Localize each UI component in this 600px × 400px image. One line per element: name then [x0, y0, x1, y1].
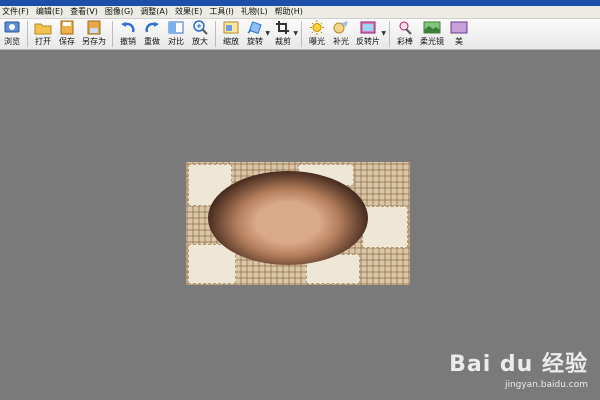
compare-icon [168, 21, 184, 34]
toolbar-separator [112, 21, 113, 47]
reversal-film-button[interactable]: 反转片 ▼ [353, 19, 386, 49]
pattern-tile [362, 206, 408, 248]
zoom-in-label: 放大 [192, 37, 208, 46]
toolbar-separator [215, 21, 216, 47]
open-button[interactable]: 打开 [31, 19, 55, 49]
redo-label: 重做 [144, 37, 160, 46]
beauty-button[interactable]: 美 [447, 19, 471, 49]
color-wand-icon [399, 21, 412, 35]
soft-light-button[interactable]: 柔光镜 [417, 19, 447, 49]
menu-view[interactable]: 查看(V) [68, 6, 103, 18]
save-icon [60, 20, 74, 35]
save-label: 保存 [59, 37, 75, 46]
rotate-label: 旋转 [247, 37, 263, 46]
soft-light-label: 柔光镜 [420, 37, 444, 46]
resize-icon [223, 21, 239, 34]
rotate-icon [247, 21, 262, 35]
menu-adjust[interactable]: 调整(A) [138, 6, 173, 18]
zoom-in-button[interactable]: 放大 [188, 19, 212, 49]
undo-label: 撤销 [120, 37, 136, 46]
crop-button[interactable]: 裁剪 ▼ [271, 19, 298, 49]
fill-light-label: 补光 [333, 37, 349, 46]
edited-photo[interactable] [186, 162, 410, 285]
undo-button[interactable]: 撤销 [116, 19, 140, 49]
exposure-icon [310, 20, 324, 35]
toolbar-separator [389, 21, 390, 47]
menu-tools[interactable]: 工具(I) [207, 6, 239, 18]
menu-file[interactable]: 文件(F) [0, 6, 34, 18]
fill-light-button[interactable]: 补光 [329, 19, 353, 49]
soft-light-icon [423, 21, 441, 34]
portrait-oval [208, 171, 368, 265]
compare-button[interactable]: 对比 [164, 19, 188, 49]
browse-button[interactable]: 浏览 [0, 19, 24, 49]
chevron-down-icon[interactable]: ▼ [265, 30, 270, 37]
reversal-film-label: 反转片 [356, 37, 380, 46]
menu-image[interactable]: 图像(G) [103, 6, 138, 18]
beauty-icon [450, 21, 468, 34]
crop-icon [276, 21, 289, 34]
fill-light-icon [333, 21, 348, 34]
redo-button[interactable]: 重做 [140, 19, 164, 49]
exposure-button[interactable]: 曝光 [305, 19, 329, 49]
redo-icon [145, 22, 159, 33]
exposure-label: 曝光 [309, 37, 325, 46]
toolbar-separator [301, 21, 302, 47]
toolbar: 浏览 打开 保存 另存为 撤销 重做 对比 放大 缩放 旋转 ▼ 裁剪 ▼ 曝光… [0, 19, 600, 50]
save-as-icon [87, 20, 101, 35]
toolbar-separator [27, 21, 28, 47]
crop-label: 裁剪 [275, 37, 291, 46]
resize-button[interactable]: 缩放 [219, 19, 243, 49]
chevron-down-icon[interactable]: ▼ [293, 30, 298, 37]
menu-edit[interactable]: 编辑(E) [34, 6, 68, 18]
save-as-button[interactable]: 另存为 [79, 19, 109, 49]
save-as-label: 另存为 [82, 37, 106, 46]
chevron-down-icon[interactable]: ▼ [381, 30, 386, 37]
color-wand-button[interactable]: 彩棒 [393, 19, 417, 49]
reversal-film-icon [360, 21, 376, 34]
menu-help[interactable]: 帮助(H) [273, 6, 308, 18]
beauty-label: 美 [455, 37, 463, 46]
menu-gifts[interactable]: 礼物(L) [239, 6, 273, 18]
color-wand-label: 彩棒 [397, 37, 413, 46]
browse-label: 浏览 [4, 37, 20, 46]
zoom-in-icon [193, 20, 208, 35]
watermark: Bai du 经验 jingyan.baidu.com [449, 346, 588, 390]
browse-icon [4, 21, 20, 33]
folder-open-icon [34, 23, 52, 35]
menu-effects[interactable]: 效果(E) [173, 6, 207, 18]
open-label: 打开 [35, 37, 51, 46]
menu-bar: 文件(F) 编辑(E) 查看(V) 图像(G) 调整(A) 效果(E) 工具(I… [0, 6, 600, 19]
undo-icon [121, 22, 135, 33]
save-button[interactable]: 保存 [55, 19, 79, 49]
resize-label: 缩放 [223, 37, 239, 46]
rotate-button[interactable]: 旋转 ▼ [243, 19, 270, 49]
watermark-url: jingyan.baidu.com [504, 380, 588, 390]
baidu-logo: Bai du 经验 [449, 352, 588, 377]
compare-label: 对比 [168, 37, 184, 46]
